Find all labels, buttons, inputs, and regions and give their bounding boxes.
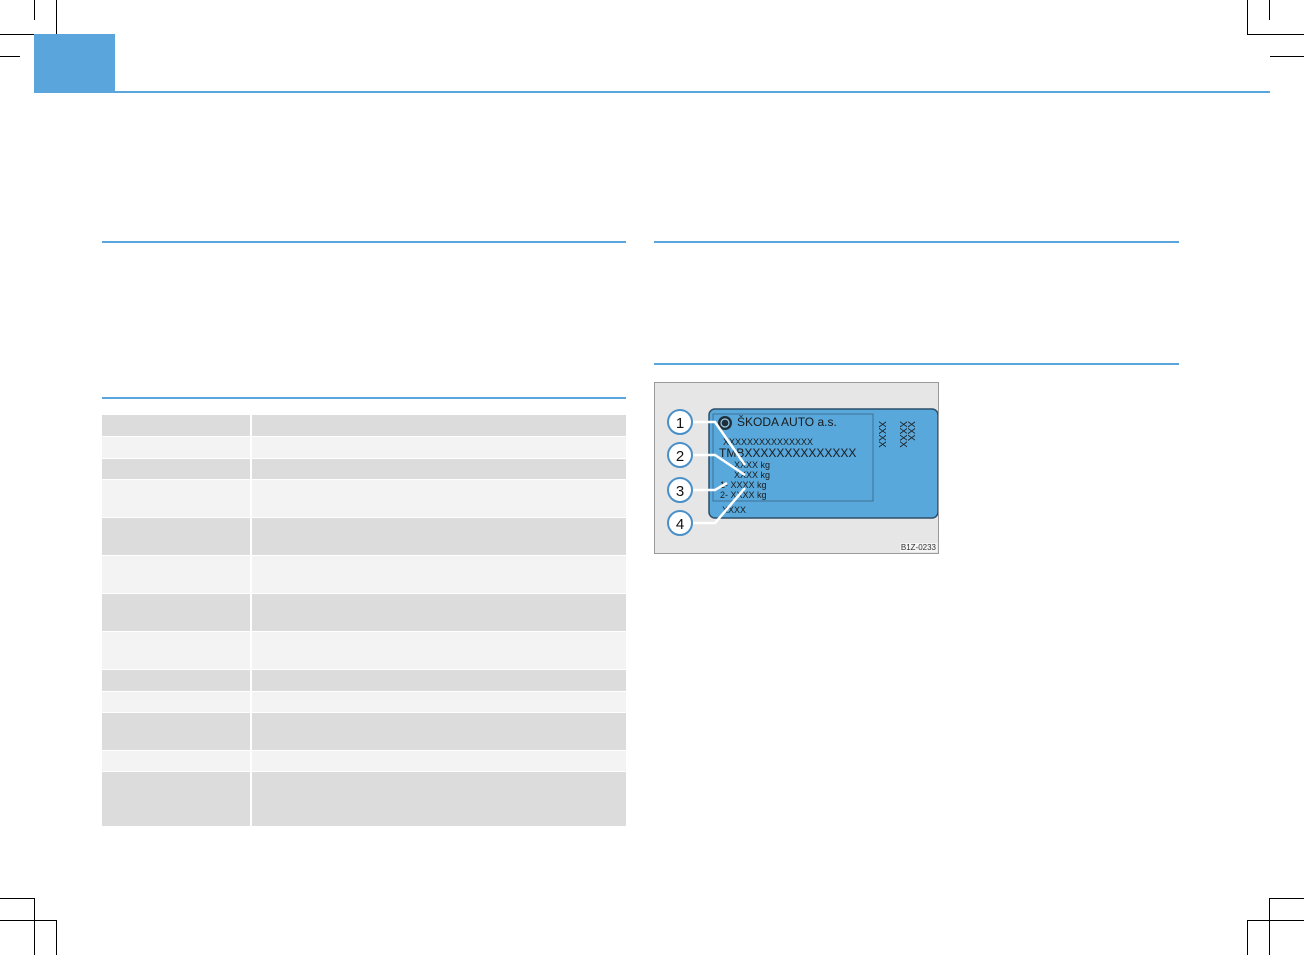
- crop-mark: [1270, 898, 1304, 899]
- crop-mark: [1247, 920, 1248, 955]
- crop-mark: [0, 920, 57, 921]
- crop-mark: [56, 920, 57, 955]
- crop-mark: [1270, 56, 1304, 57]
- table-row: [102, 632, 626, 670]
- crop-mark: [0, 898, 34, 899]
- table-row: [102, 713, 626, 751]
- table-row: [102, 518, 626, 556]
- section-rule-right-top: [654, 241, 1179, 243]
- svg-text:4: 4: [676, 516, 684, 533]
- type-plate-figure: ŠKODA AUTO a.s. XXXXXXXXXXXXXXX TMBXXXXX…: [654, 382, 939, 554]
- plate-right-code-1: XXXX: [876, 421, 887, 448]
- chapter-tab: [34, 34, 115, 92]
- table-row: [102, 594, 626, 632]
- plate-right-code-3: XXX: [905, 421, 916, 441]
- table-row: [102, 556, 626, 594]
- crop-mark: [34, 0, 35, 20]
- crop-mark: [0, 56, 20, 57]
- crop-mark: [0, 34, 34, 35]
- svg-text:1: 1: [676, 415, 684, 432]
- table-row: [102, 459, 626, 480]
- plate-brand-text: ŠKODA AUTO a.s.: [737, 414, 837, 429]
- section-rule-right-figure: [654, 363, 1179, 365]
- callout-1: 1: [667, 409, 693, 435]
- table-row: [102, 670, 626, 692]
- callout-4: 4: [667, 510, 693, 536]
- callout-2: 2: [667, 442, 693, 468]
- specification-table: [102, 415, 626, 826]
- crop-mark: [1247, 920, 1304, 921]
- table-row: [102, 751, 626, 772]
- crop-mark: [1269, 898, 1270, 955]
- table-row: [102, 480, 626, 518]
- table-row: [102, 415, 626, 437]
- svg-text:3: 3: [676, 483, 684, 500]
- section-rule-left-top: [102, 241, 626, 243]
- callout-3: 3: [667, 477, 693, 503]
- section-rule-left-table: [102, 397, 626, 399]
- crop-mark: [34, 898, 35, 955]
- table-row: [102, 772, 626, 826]
- table-row: [102, 437, 626, 459]
- crop-mark: [1269, 0, 1270, 20]
- header-rule: [34, 91, 1270, 93]
- type-plate-illustration: ŠKODA AUTO a.s. XXXXXXXXXXXXXXX TMBXXXXX…: [667, 408, 938, 536]
- crop-mark: [1247, 0, 1248, 34]
- table-row: [102, 692, 626, 713]
- crop-mark: [1247, 34, 1304, 35]
- svg-text:2: 2: [676, 448, 684, 465]
- plate-weight-1: XXXX kg: [734, 460, 770, 470]
- crop-mark: [56, 0, 57, 34]
- figure-code: B1Z-0233: [899, 543, 937, 552]
